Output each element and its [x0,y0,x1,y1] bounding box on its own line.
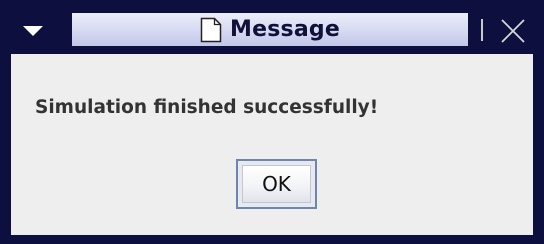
title-bar-separator [481,19,483,41]
ok-button-face[interactable]: OK [242,165,311,203]
message-dialog-window: Message Simulation finished successfully… [0,0,544,244]
document-icon [200,17,222,42]
message-text: Simulation finished successfully! [35,97,379,118]
window-menu-triangle-icon [23,26,43,36]
title-area: Message [72,13,468,46]
ok-button[interactable]: OK [236,159,317,209]
window-menu-button[interactable] [12,14,54,48]
close-x-icon [501,19,525,43]
ok-button-label: OK [262,172,291,196]
close-button[interactable] [496,15,530,47]
window-title: Message [230,17,340,42]
dialog-content: Simulation finished successfully! OK [11,54,533,235]
title-bar[interactable]: Message [2,2,542,54]
